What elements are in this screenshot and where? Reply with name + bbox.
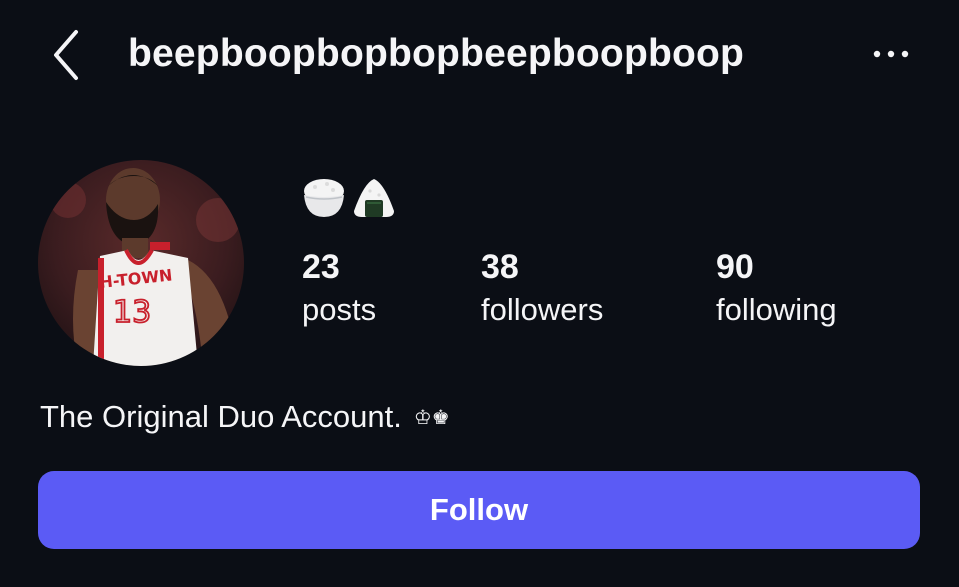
followers-stat[interactable]: 38 followers — [481, 246, 603, 330]
rice-ball-emoji — [354, 179, 394, 217]
more-options-button[interactable] — [866, 40, 916, 68]
profile-screen: beepboopbopbopbeepboopboop H-TOWN 13 23 … — [0, 0, 959, 587]
more-horizontal-icon — [873, 50, 909, 58]
posts-stat[interactable]: 23 posts — [302, 246, 376, 330]
bio-text: The Original Duo Account. — [40, 399, 402, 434]
followers-count: 38 — [481, 248, 519, 286]
posts-label: posts — [302, 292, 377, 327]
profile-header: beepboopbopbopbeepboopboop — [0, 0, 959, 110]
bio-crowns: ♔♚ — [413, 405, 450, 429]
follow-button[interactable]: Follow — [38, 471, 920, 549]
following-stat[interactable]: 90 following — [716, 246, 837, 330]
chevron-left-icon — [54, 30, 78, 80]
back-button[interactable] — [44, 28, 88, 82]
following-label: following — [716, 292, 837, 327]
posts-count: 23 — [302, 248, 340, 286]
followers-label: followers — [481, 292, 604, 327]
profile-username: beepboopbopbopbeepboopboop — [128, 32, 745, 75]
profile-photo-icon: H-TOWN 13 — [38, 160, 244, 366]
rice-bowl-emoji — [304, 179, 344, 217]
bio-emoji-row — [300, 173, 398, 223]
following-count: 90 — [716, 248, 754, 286]
avatar[interactable]: H-TOWN 13 — [38, 160, 244, 366]
svg-text:13: 13 — [113, 295, 151, 330]
profile-bio: The Original Duo Account. ♔♚ — [40, 396, 450, 438]
